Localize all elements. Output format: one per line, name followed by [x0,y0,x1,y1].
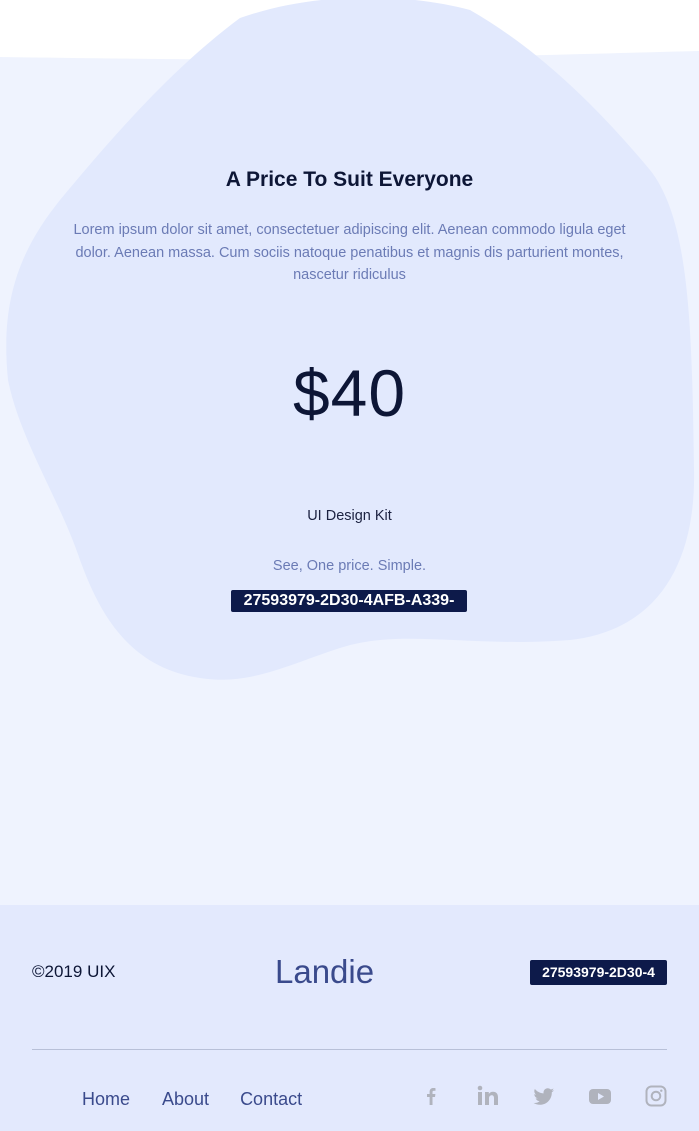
price-value: $40 [292,356,407,430]
background-shape [0,0,699,905]
twitter-icon[interactable] [531,1083,557,1109]
product-name: UI Design Kit [307,508,392,524]
section-title: A Price To Suit Everyone [225,168,474,191]
footer-logo[interactable]: Landie [275,953,374,991]
pricing-section: A Price To Suit Everyone Lorem ipsum dol… [0,0,699,905]
footer-divider [32,1049,667,1050]
instagram-icon[interactable] [643,1083,669,1109]
nav-link-contact[interactable]: Contact [240,1089,302,1110]
facebook-icon[interactable] [418,1083,444,1109]
footer: ©2019 UIX Landie 27593979-2D30-4 Home Ab… [0,905,699,1131]
copyright-text: ©2019 UIX [32,962,116,981]
social-links [418,1083,670,1109]
price-tagline: See, One price. Simple. [272,558,427,574]
youtube-icon[interactable] [587,1083,613,1109]
footer-nav: Home About Contact [82,1089,302,1110]
section-description: Lorem ipsum dolor sit amet, consectetuer… [73,222,626,283]
footer-code-badge: 27593979-2D30-4 [530,960,667,985]
nav-link-home[interactable]: Home [82,1089,130,1110]
linkedin-icon[interactable] [475,1083,501,1109]
nav-link-about[interactable]: About [162,1089,209,1110]
code-badge: 27593979-2D30-4AFB-A339- [231,590,467,612]
